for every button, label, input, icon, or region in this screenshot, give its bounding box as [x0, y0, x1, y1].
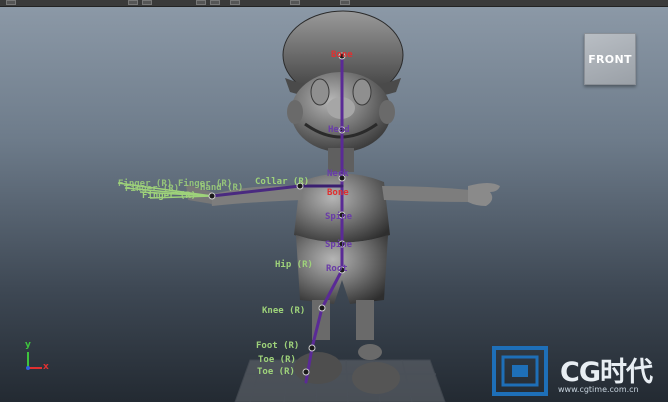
maya-front-viewport[interactable]: Bone Head Neck Bone Spine Spine Root Col… — [0, 0, 668, 402]
view-cube-front[interactable]: FRONT — [584, 33, 636, 85]
joint-label-neck-bone[interactable]: Bone — [327, 188, 349, 198]
joint-label-finger-cluster-2[interactable]: Finger (R) — [125, 184, 179, 194]
joint-label-collar[interactable]: Collar (R) — [255, 177, 309, 187]
joint-label-head-top[interactable]: Bone — [331, 50, 353, 60]
joint-label-root[interactable]: Root — [326, 264, 348, 274]
cgtime-brand: CG时代 — [560, 357, 653, 388]
joint-label-hip[interactable]: Hip (R) — [275, 260, 313, 270]
scene-canvas[interactable] — [0, 0, 668, 402]
axis-gizmo: y x — [18, 340, 58, 376]
cgtime-url: www.cgtime.com.cn — [558, 385, 639, 394]
joint-label-toe-end[interactable]: Toe (R) — [257, 367, 295, 377]
joint-label-spine-upper[interactable]: Spine — [325, 212, 352, 222]
joint-label-head[interactable]: Head — [328, 125, 350, 135]
joint-label-knee[interactable]: Knee (R) — [262, 306, 305, 316]
joint-label-toe[interactable]: Toe (R) — [258, 355, 296, 365]
joint-label-neck[interactable]: Neck — [327, 169, 349, 179]
cgtime-watermark: CG时代 www.cgtime.com.cn — [492, 346, 662, 398]
joint-label-hand[interactable]: Hand (R) — [200, 183, 243, 193]
cgtime-logo-icon — [492, 346, 548, 396]
joint-label-foot[interactable]: Foot (R) — [256, 341, 299, 351]
joint-label-spine-lower[interactable]: Spine — [325, 240, 352, 250]
axis-x-label: x — [43, 362, 49, 372]
axis-y-label: y — [25, 340, 31, 350]
